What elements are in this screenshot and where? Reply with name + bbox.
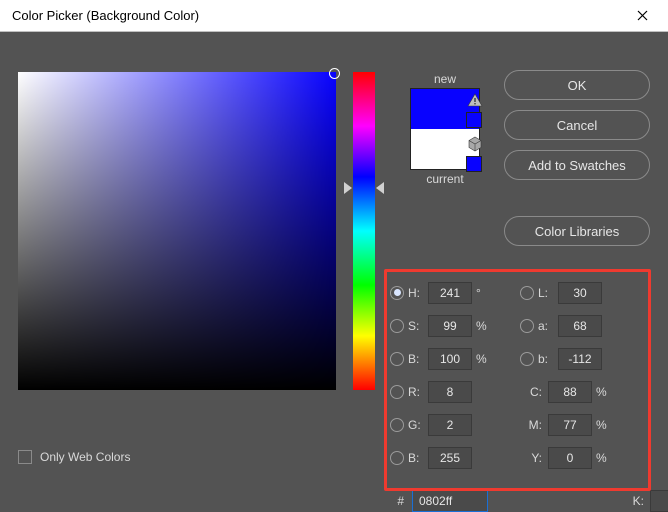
c-unit: %	[592, 385, 608, 399]
b-hsb-unit: %	[472, 352, 488, 366]
titlebar: Color Picker (Background Color)	[0, 0, 668, 32]
websafe-closest-swatch[interactable]	[466, 156, 482, 172]
b-lab-label: b:	[538, 352, 558, 366]
ok-button[interactable]: OK	[504, 70, 650, 100]
b-rgb-label: B:	[408, 451, 428, 465]
hue-slider-handle-left[interactable]	[344, 182, 352, 194]
r-input[interactable]	[428, 381, 472, 403]
new-label: new	[390, 72, 500, 86]
radio-l[interactable]	[520, 286, 534, 300]
websafe-warning-icon[interactable]	[466, 136, 484, 152]
radio-r[interactable]	[390, 385, 404, 399]
c-input[interactable]	[548, 381, 592, 403]
radio-g[interactable]	[390, 418, 404, 432]
h-input[interactable]	[428, 282, 472, 304]
s-label: S:	[408, 319, 428, 333]
a-label: a:	[538, 319, 558, 333]
close-button[interactable]	[620, 1, 664, 31]
b-lab-input[interactable]	[558, 348, 602, 370]
radio-a[interactable]	[520, 319, 534, 333]
hex-row: # K: %	[380, 490, 668, 512]
y-label: Y:	[520, 451, 542, 465]
h-label: H:	[408, 286, 428, 300]
hex-label: #	[380, 494, 404, 508]
b-hsb-label: B:	[408, 352, 428, 366]
only-web-colors-checkbox[interactable]	[18, 450, 32, 464]
color-field[interactable]	[18, 72, 336, 390]
h-unit: °	[472, 286, 488, 300]
y-unit: %	[592, 451, 608, 465]
warning-stack	[466, 92, 488, 180]
only-web-colors: Only Web Colors	[18, 450, 130, 464]
radio-h[interactable]	[390, 286, 404, 300]
color-value-inputs: H: ° L: S: % a:	[390, 279, 652, 477]
c-label: C:	[520, 385, 542, 399]
radio-s[interactable]	[390, 319, 404, 333]
radio-b-hsb[interactable]	[390, 352, 404, 366]
gamut-closest-swatch[interactable]	[466, 112, 482, 128]
s-input[interactable]	[428, 315, 472, 337]
add-to-swatches-button[interactable]: Add to Swatches	[504, 150, 650, 180]
hue-slider[interactable]	[353, 72, 375, 390]
dialog-body: new current OK Cancel Add to Swatches Co…	[0, 32, 668, 503]
radio-b-rgb[interactable]	[390, 451, 404, 465]
k-label: K:	[622, 494, 644, 508]
hue-slider-handle-right[interactable]	[376, 182, 384, 194]
s-unit: %	[472, 319, 488, 333]
g-label: G:	[408, 418, 428, 432]
m-unit: %	[592, 418, 608, 432]
window-title: Color Picker (Background Color)	[12, 8, 620, 23]
m-input[interactable]	[548, 414, 592, 436]
k-input[interactable]	[650, 490, 668, 512]
only-web-colors-label: Only Web Colors	[40, 450, 130, 464]
r-label: R:	[408, 385, 428, 399]
button-column: OK Cancel Add to Swatches Color Librarie…	[504, 70, 650, 246]
a-input[interactable]	[558, 315, 602, 337]
l-label: L:	[538, 286, 558, 300]
g-input[interactable]	[428, 414, 472, 436]
y-input[interactable]	[548, 447, 592, 469]
radio-b-lab[interactable]	[520, 352, 534, 366]
hex-input[interactable]	[412, 490, 488, 512]
m-label: M:	[520, 418, 542, 432]
gamut-warning-icon[interactable]	[466, 92, 484, 108]
color-libraries-button[interactable]: Color Libraries	[504, 216, 650, 246]
color-field-cursor	[329, 68, 340, 79]
l-input[interactable]	[558, 282, 602, 304]
b-rgb-input[interactable]	[428, 447, 472, 469]
cancel-button[interactable]: Cancel	[504, 110, 650, 140]
b-hsb-input[interactable]	[428, 348, 472, 370]
close-icon	[637, 10, 648, 21]
